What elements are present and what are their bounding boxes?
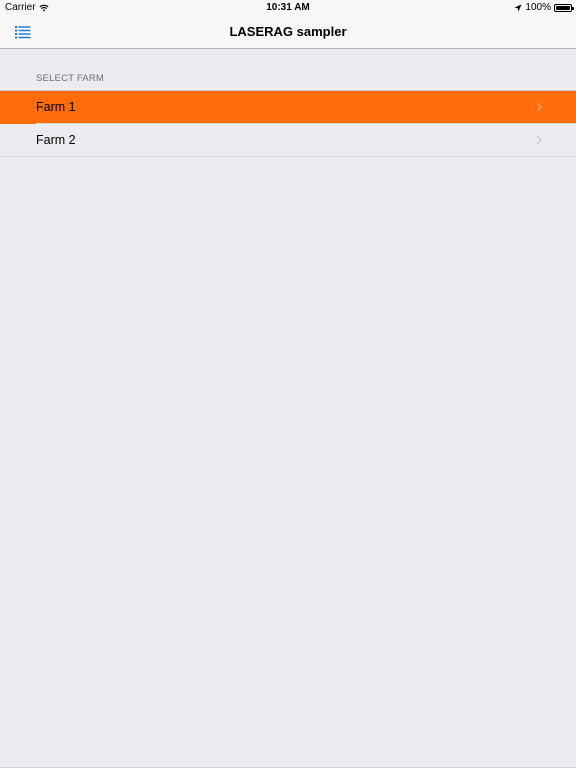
chevron-right-icon: [536, 135, 542, 145]
row-separator: [0, 156, 576, 157]
chevron-right-icon: [536, 102, 542, 112]
farm-row-2[interactable]: Farm 2: [0, 124, 576, 157]
battery-percent: 100%: [525, 2, 551, 13]
status-time: 10:31 AM: [266, 2, 310, 13]
status-right: 100%: [514, 2, 574, 13]
farm-row-label: Farm 1: [36, 100, 76, 114]
section-header: SELECT FARM: [36, 73, 105, 84]
battery-icon: [554, 3, 574, 12]
navigation-bar: LASERAG sampler: [0, 16, 576, 49]
location-arrow-icon: [514, 4, 522, 11]
screen: Carrier 10:31 AM 100% LASERAG sampler SE…: [0, 0, 576, 768]
farm-list: Farm 1 Farm 2: [0, 90, 576, 157]
status-bar: Carrier 10:31 AM 100%: [0, 0, 576, 16]
page-title: LASERAG sampler: [229, 24, 347, 39]
farm-row-1[interactable]: Farm 1: [0, 91, 576, 124]
farm-row-label: Farm 2: [36, 133, 76, 147]
